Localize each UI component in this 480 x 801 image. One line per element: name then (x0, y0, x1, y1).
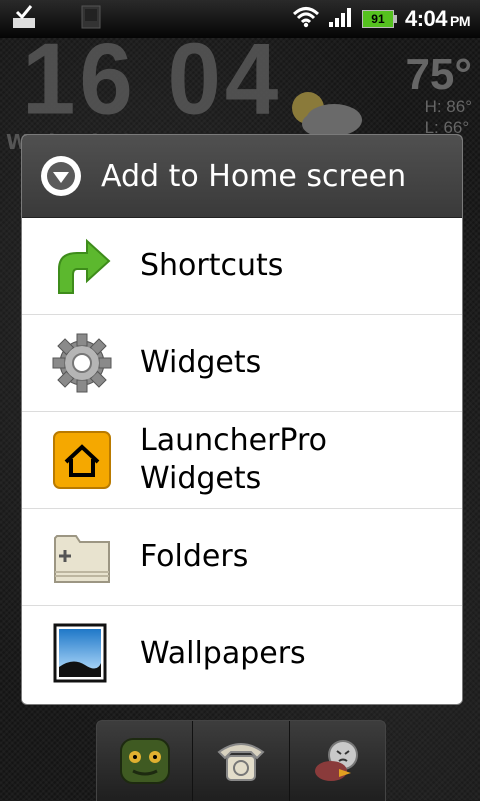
angry-bird-icon (309, 733, 365, 789)
list-item-launcherpro-widgets[interactable]: LauncherPro Widgets (22, 412, 462, 509)
weather-temperature: 75° (405, 50, 472, 99)
home-clock-widget[interactable]: 16 04 (22, 29, 282, 131)
wifi-icon (292, 6, 320, 32)
phone-icon (213, 734, 269, 788)
list-item-label: LauncherPro Widgets (140, 423, 328, 496)
dialog-title: Add to Home screen (101, 158, 407, 194)
launcherpro-home-icon (50, 428, 114, 492)
list-item-label: Shortcuts (140, 248, 284, 283)
dock-phone[interactable] (193, 721, 290, 801)
shortcut-arrow-icon (50, 234, 114, 298)
list-item-folders[interactable]: Folders (22, 509, 462, 606)
add-to-home-dialog: Add to Home screen Shortcuts Widgets Lau… (22, 135, 462, 704)
menu-down-icon (39, 154, 83, 198)
weather-high-low: H: 86° L: 66° (425, 96, 472, 138)
list-item-widgets[interactable]: Widgets (22, 315, 462, 412)
signal-strength-icon (328, 6, 354, 32)
list-item-label: Widgets (140, 345, 262, 380)
status-clock: 4:04 PM (404, 6, 471, 31)
wallpaper-icon (50, 622, 114, 686)
list-item-wallpapers[interactable]: Wallpapers (22, 606, 462, 702)
battery-icon: 91 (361, 10, 397, 28)
gear-icon (50, 331, 114, 395)
dialog-header: Add to Home screen (22, 135, 462, 218)
battery-level: 91 (361, 10, 394, 28)
list-item-shortcuts[interactable]: Shortcuts (22, 218, 462, 315)
weather-high: H: 86° (424, 97, 472, 116)
list-item-label: Wallpapers (140, 636, 306, 671)
list-item-label: Folders (140, 539, 249, 574)
dock-app-drawer[interactable] (97, 721, 194, 801)
app-drawer-icon (115, 731, 175, 791)
dock (96, 720, 386, 801)
folder-icon (50, 525, 114, 589)
dock-game[interactable] (290, 721, 385, 801)
